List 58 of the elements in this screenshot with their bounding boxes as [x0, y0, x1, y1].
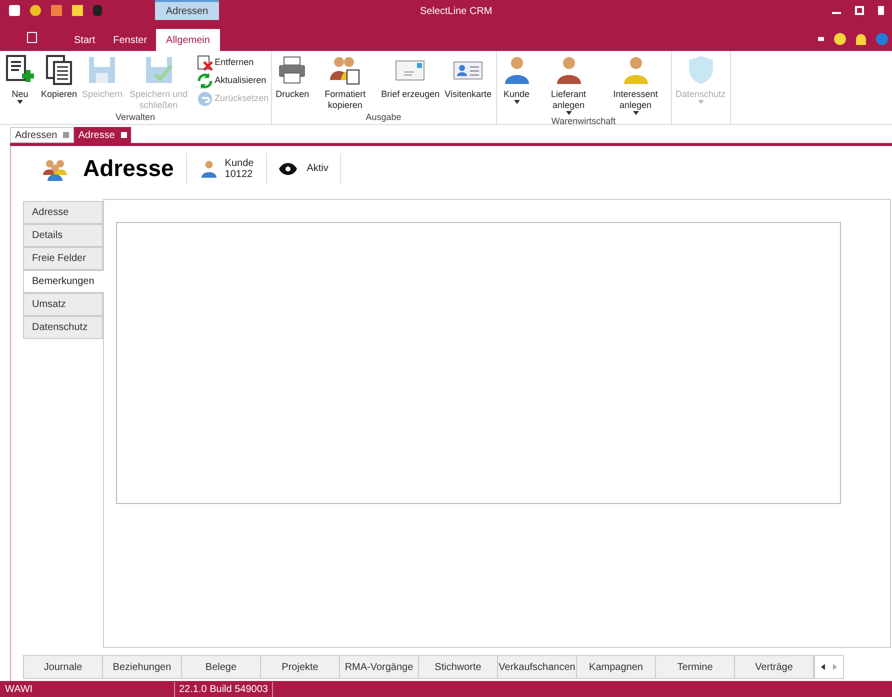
- ribbon-small-button[interactable]: Aktualisieren: [196, 72, 269, 90]
- window-title: SelectLine CRM: [420, 5, 492, 19]
- side-tab[interactable]: Datenschutz: [23, 316, 103, 339]
- minimize-icon[interactable]: [832, 12, 841, 14]
- status-text: 22.1.0 Build 549003: [175, 682, 273, 696]
- side-tab[interactable]: Umsatz: [23, 293, 103, 316]
- caret-icon: [632, 111, 639, 115]
- bottom-tab[interactable]: Verkaufschancen: [497, 655, 577, 679]
- people-document-icon: [329, 54, 362, 86]
- caret-icon: [17, 100, 23, 104]
- side-tab[interactable]: Freie Felder: [23, 247, 103, 270]
- bottom-tab[interactable]: RMA-Vorgänge: [339, 655, 419, 679]
- caret-icon: [514, 100, 520, 104]
- ribbon-button[interactable]: Visitenkarte: [442, 54, 494, 111]
- undo-icon: [196, 91, 213, 107]
- scroll-left-icon[interactable]: [821, 664, 825, 670]
- bottom-tab[interactable]: Journale: [23, 655, 103, 679]
- ribbon-button[interactable]: Formatiert kopieren: [312, 54, 378, 111]
- address-number: 10122: [224, 168, 254, 180]
- side-tab[interactable]: Details: [23, 224, 103, 247]
- bottom-tab[interactable]: Termine: [655, 655, 735, 679]
- side-tab[interactable]: Bemerkungen: [23, 270, 104, 293]
- side-tab[interactable]: Adresse: [23, 201, 103, 224]
- ribbon-tab[interactable]: Start: [65, 29, 104, 51]
- bottom-tab[interactable]: Verträge: [734, 655, 814, 679]
- ribbon-tab[interactable]: Allgemein: [156, 29, 220, 51]
- refresh-icon: [196, 73, 213, 89]
- ribbon-button[interactable]: Neu: [2, 54, 38, 111]
- bottom-tab[interactable]: Stichworte: [418, 655, 498, 679]
- context-tab[interactable]: Adressen: [155, 0, 219, 20]
- document-tab[interactable]: Adressen: [10, 127, 74, 143]
- bottom-tab[interactable]: Belege: [181, 655, 261, 679]
- ribbon-button[interactable]: Interessent anlegen: [602, 54, 669, 115]
- person-icon: [198, 158, 219, 178]
- ribbon-button[interactable]: Lieferant anlegen: [536, 54, 602, 115]
- eye-icon: [278, 162, 297, 174]
- bottom-tab[interactable]: Beziehungen: [102, 655, 182, 679]
- ribbon-tab[interactable]: Fenster: [104, 29, 156, 51]
- bottom-tab[interactable]: Kampagnen: [576, 655, 656, 679]
- bottom-tab[interactable]: Projekte: [260, 655, 340, 679]
- ribbon-button[interactable]: Drucken: [274, 54, 312, 111]
- maximize-icon[interactable]: [855, 6, 864, 14]
- ribbon-button[interactable]: Kunde: [498, 54, 535, 115]
- page-title: Adresse: [83, 154, 174, 184]
- ribbon-group-label: Verwalten: [114, 111, 156, 124]
- ribbon-group-label: Warenwirtschaft: [550, 115, 617, 128]
- caret-icon: [566, 111, 572, 115]
- ribbon-button[interactable]: Kopieren: [39, 54, 80, 111]
- ribbon-small-button[interactable]: Entfernen: [196, 54, 269, 72]
- ribbon-group-label: Ausgabe: [364, 111, 402, 124]
- status-text: WAWI: [0, 682, 175, 696]
- ribbon-button[interactable]: Brief erzeugen: [379, 54, 442, 111]
- document-tab[interactable]: Adresse: [74, 127, 131, 143]
- address-type-label: Kunde: [224, 158, 254, 168]
- delete-icon: [196, 55, 213, 71]
- status-label: Aktiv: [306, 162, 328, 176]
- caret-icon: [698, 100, 704, 104]
- remarks-field[interactable]: [116, 222, 841, 504]
